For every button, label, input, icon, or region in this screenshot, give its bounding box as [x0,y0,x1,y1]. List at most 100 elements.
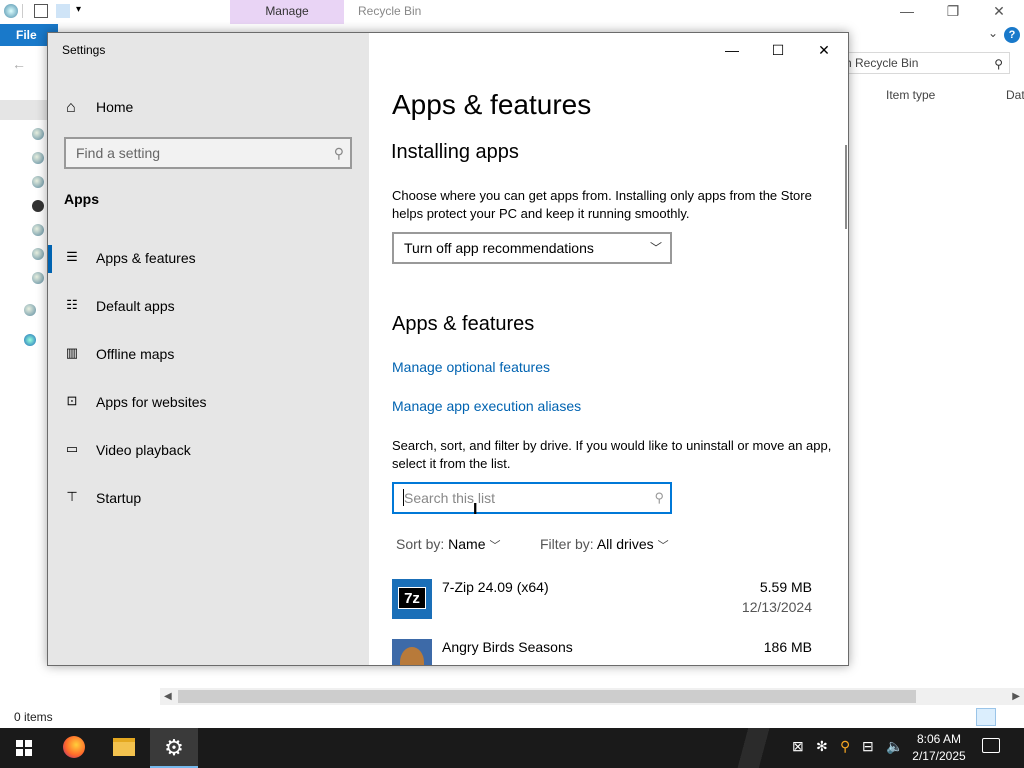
settings-content: — ☐ ✕ Apps & features Installing apps Ch… [369,33,848,665]
nav-item-label: Default apps [96,298,175,314]
volume-icon[interactable]: 🔈 [886,738,903,755]
security-tray-icon[interactable]: ⊠ [792,738,804,755]
nav-item-label: Offline maps [96,346,175,362]
item-count: 0 items [14,710,53,724]
nav-item-label: Startup [96,490,142,506]
list-icon: ☰ [66,249,78,264]
explorer-search-box[interactable]: h Recycle Bin ⚲ [836,52,1010,74]
properties-icon[interactable] [34,4,48,18]
find-setting-input[interactable]: Find a setting ⚲ [64,137,352,169]
nav-home-label: Home [96,99,134,115]
file-explorer-taskbar-button[interactable] [100,728,148,768]
nav-home[interactable]: ⌂ Home [48,93,369,129]
filter-dropdown[interactable]: Filter by: All drives ﹀ [540,536,669,553]
drive-icon[interactable] [32,152,44,164]
app-source-dropdown[interactable]: Turn off app recommendations ﹀ [392,232,672,264]
network-icon[interactable] [24,334,36,346]
scroll-left-arrow-icon[interactable]: ◀ [164,688,172,705]
column-header-date[interactable]: Dat [1006,88,1024,102]
settings-sidebar: Settings ⌂ Home Find a setting ⚲ Apps ☰ … [48,33,369,665]
nav-startup[interactable]: ⊤ Startup [48,479,369,519]
vertical-scrollbar[interactable] [845,145,847,229]
settings-taskbar-button[interactable]: ⚙ [150,728,198,768]
new-folder-icon[interactable] [56,4,70,18]
nav-offline-maps[interactable]: ▥ Offline maps [48,335,369,375]
app-list-item[interactable]: Angry Birds Seasons 186 MB [392,635,822,665]
nav-default-apps[interactable]: ☷ Default apps [48,287,369,327]
text-caret [403,489,404,506]
large-icons-view-icon[interactable] [998,708,1018,726]
open-link-icon: ⊡ [66,393,78,408]
filter-label: Filter by: [540,536,594,552]
firefox-icon [63,736,85,758]
back-arrow-icon[interactable]: ← [12,56,26,72]
drive-icon[interactable] [32,224,44,236]
customize-toolbar-icon[interactable]: ▾ [76,4,90,18]
drive-icon[interactable] [32,272,44,284]
firefox-taskbar-button[interactable] [50,728,98,768]
maximize-button[interactable]: ☐ [755,37,801,63]
find-setting-placeholder: Find a setting [76,145,161,161]
search-description: Search, sort, and filter by drive. If yo… [392,438,832,471]
clock-time: 8:06 AM [916,732,962,746]
clock-date: 2/17/2025 [912,749,966,763]
notification-center-icon[interactable] [982,738,1000,753]
manage-app-aliases-link[interactable]: Manage app execution aliases [392,398,581,414]
explorer-titlebar: ▾ Manage Recycle Bin — ❐ ✕ [0,0,1024,24]
network-icon[interactable]: ⊟ [862,738,874,755]
chevron-down-icon: ﹀ [489,540,501,552]
drive-icon[interactable] [32,128,44,140]
sort-value: Name [448,536,486,552]
manage-contextual-tab[interactable]: Manage [230,0,344,24]
installing-apps-heading: Installing apps [391,141,519,163]
default-apps-icon: ☷ [66,297,78,312]
horizontal-scrollbar[interactable]: ◀ ▶ [160,688,1024,705]
ribbon-expand-icon[interactable]: ⌄ [988,26,998,40]
settings-window-title: Settings [62,43,106,57]
installing-apps-description: Choose where you can get apps from. Inst… [392,188,812,221]
explorer-close-button[interactable]: ✕ [976,0,1022,24]
drive-icon[interactable] [32,176,44,188]
sort-dropdown[interactable]: Sort by: Name ﹀ [396,536,501,553]
app-size: 5.59 MB [759,579,812,595]
explorer-maximize-button[interactable]: ❐ [930,0,976,24]
details-view-icon[interactable] [976,708,996,726]
page-title: Apps & features [392,89,592,120]
explorer-minimize-button[interactable]: — [884,0,930,24]
section-heading-apps: Apps [64,191,99,207]
column-header-item-type[interactable]: Item type [886,88,935,102]
app-list-item[interactable]: 7z 7-Zip 24.09 (x64) 5.59 MB 12/13/2024 [392,575,822,635]
app-source-value: Turn off app recommendations [404,240,594,256]
manage-optional-features-link[interactable]: Manage optional features [392,359,550,375]
search-icon: ⚲ [333,145,344,161]
windows-logo-icon [16,740,32,756]
close-button[interactable]: ✕ [801,37,847,63]
selection-indicator [48,245,52,273]
nav-item-label: Apps & features [96,250,196,266]
scroll-right-arrow-icon[interactable]: ▶ [1012,688,1020,705]
search-tray-icon[interactable]: ⚲ [840,738,850,755]
system-clock[interactable]: 8:06 AM 2/17/2025 [906,731,972,765]
search-apps-input[interactable]: Search this list ⚲ [392,482,672,514]
network-drive-icon[interactable] [24,304,36,316]
minimize-button[interactable]: — [709,37,755,63]
folder-icon [113,738,135,756]
chevron-down-icon: ﹀ [657,540,669,552]
drive-icon[interactable] [32,200,44,212]
recycle-bin-icon [4,4,18,18]
nav-selected-row[interactable] [0,100,48,120]
nav-apps-features[interactable]: ☰ Apps & features [48,239,369,279]
nav-apps-for-websites[interactable]: ⊡ Apps for websites [48,383,369,423]
startup-icon: ⊤ [66,489,78,504]
nav-video-playback[interactable]: ▭ Video playback [48,431,369,471]
settings-window: Settings ⌂ Home Find a setting ⚲ Apps ☰ … [47,32,849,666]
sort-label: Sort by: [396,536,445,552]
drive-icon[interactable] [32,248,44,260]
explorer-title: Recycle Bin [358,4,422,18]
app-tray-icon[interactable]: ✻ [816,738,828,755]
help-icon[interactable]: ? [1004,27,1020,43]
search-apps-placeholder: Search this list [404,490,496,506]
7zip-app-icon: 7z [392,579,432,619]
horizontal-scroll-thumb[interactable] [178,690,916,703]
start-button[interactable] [0,728,48,768]
